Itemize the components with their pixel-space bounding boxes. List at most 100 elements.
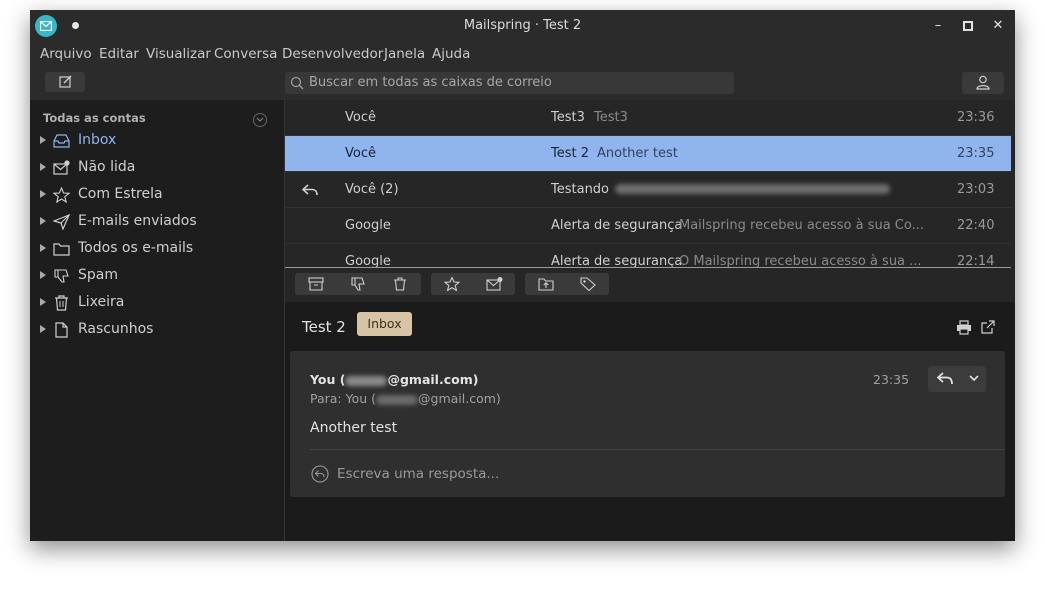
thread-row[interactable]: Você (2) Testando 23:03 bbox=[285, 172, 1011, 208]
star-icon bbox=[444, 277, 460, 291]
message-action-bar bbox=[285, 268, 1015, 302]
thumbs-down-icon bbox=[54, 269, 69, 283]
more-actions-button[interactable] bbox=[964, 366, 986, 392]
account-button[interactable] bbox=[962, 72, 1004, 94]
sidebar-item-spam[interactable]: Spam bbox=[30, 263, 284, 290]
tag-icon bbox=[580, 277, 596, 291]
trash-icon bbox=[394, 277, 406, 291]
menu-janela[interactable]: Janela bbox=[384, 46, 425, 62]
reply-icon bbox=[937, 372, 953, 385]
star-icon bbox=[53, 187, 70, 203]
expand-arrow-icon[interactable] bbox=[40, 136, 46, 144]
blurred-snippet bbox=[615, 184, 890, 194]
maximize-button[interactable] bbox=[959, 17, 977, 35]
thumbs-down-icon bbox=[351, 277, 365, 291]
thread-row[interactable]: Google Alerta de segurança Mailspring re… bbox=[285, 208, 1011, 244]
thread-subject: Test 2 bbox=[551, 146, 590, 161]
sidebar-item-all-mail[interactable]: Todos os e-mails bbox=[30, 236, 284, 263]
print-icon[interactable] bbox=[956, 320, 972, 335]
action-group-organize bbox=[525, 273, 609, 295]
sidebar-item-inbox[interactable]: Inbox bbox=[30, 128, 284, 155]
archive-button[interactable] bbox=[295, 273, 337, 295]
menu-visualizar[interactable]: Visualizar bbox=[146, 46, 211, 62]
action-group-flags bbox=[431, 273, 515, 295]
close-button[interactable]: ✕ bbox=[989, 17, 1007, 35]
to-prefix: Para: You ( bbox=[310, 391, 377, 406]
sidebar-item-label: E-mails enviados bbox=[78, 213, 197, 229]
to-email-suffix: @gmail.com) bbox=[418, 391, 501, 406]
reply-button[interactable] bbox=[928, 366, 964, 392]
expand-arrow-icon[interactable] bbox=[40, 217, 46, 225]
sidebar-item-label: Todos os e-mails bbox=[78, 240, 194, 256]
menu-arquivo[interactable]: Arquivo bbox=[40, 46, 92, 62]
reply-circle-icon bbox=[311, 465, 329, 483]
expand-arrow-icon[interactable] bbox=[40, 244, 46, 252]
inbox-label-tag[interactable]: Inbox bbox=[357, 312, 412, 336]
sidebar-item-drafts[interactable]: Rascunhos bbox=[30, 317, 284, 344]
thread-sender: Google bbox=[345, 218, 391, 233]
thread-sender: Você (2) bbox=[345, 182, 399, 197]
thread-time: 22:14 bbox=[957, 254, 995, 267]
popout-icon[interactable] bbox=[981, 320, 995, 334]
message-card: You (@gmail.com) Para: You (@gmail.com) … bbox=[290, 351, 1005, 497]
sidebar-item-unread[interactable]: Não lida bbox=[30, 155, 284, 182]
spam-button[interactable] bbox=[337, 273, 379, 295]
sidebar-item-label: Rascunhos bbox=[78, 321, 154, 337]
sidebar-item-label: Inbox bbox=[78, 132, 117, 148]
thread-subject: Test3 bbox=[551, 110, 585, 125]
chevron-down-icon bbox=[969, 375, 979, 382]
menu-bar: Arquivo Editar Visualizar Conversa Desen… bbox=[30, 42, 1015, 67]
unread-icon bbox=[53, 160, 70, 175]
thread-list: Você Test3 Test3 23:36 Você Test 2 Anoth… bbox=[285, 100, 1015, 267]
search-input[interactable]: Buscar em todas as caixas de correio bbox=[309, 75, 552, 90]
expand-arrow-icon[interactable] bbox=[40, 298, 46, 306]
mark-unread-button[interactable] bbox=[473, 273, 515, 295]
menu-ajuda[interactable]: Ajuda bbox=[432, 46, 470, 62]
move-to-folder-button[interactable] bbox=[525, 273, 567, 295]
sidebar-header: Todas as contas bbox=[43, 111, 146, 125]
collapse-accounts-button[interactable] bbox=[253, 113, 267, 127]
expand-arrow-icon[interactable] bbox=[40, 325, 46, 333]
thread-snippet: O Mailspring recebeu acesso à sua ... bbox=[679, 254, 922, 267]
maximize-icon bbox=[963, 21, 973, 31]
menu-desenvolvedor[interactable]: Desenvolvedor bbox=[282, 46, 383, 62]
thread-sender: Google bbox=[345, 254, 391, 267]
sent-icon bbox=[53, 214, 70, 230]
document-icon bbox=[55, 322, 68, 338]
thread-time: 22:40 bbox=[957, 218, 995, 233]
expand-arrow-icon[interactable] bbox=[40, 190, 46, 198]
message-to: Para: You ( @gmail.com) bbox=[310, 391, 501, 406]
thread-row[interactable]: Você Test3 Test3 23:36 bbox=[285, 100, 1011, 136]
message-subject: Test 2 bbox=[302, 318, 346, 336]
label-button[interactable] bbox=[567, 273, 609, 295]
menu-editar[interactable]: Editar bbox=[99, 46, 139, 62]
title-bar: Mailspring · Test 2 – ✕ bbox=[30, 10, 1015, 42]
minimize-button[interactable]: – bbox=[929, 17, 947, 35]
search-box[interactable]: Buscar em todas as caixas de correio bbox=[285, 72, 734, 94]
thread-row-selected[interactable]: Você Test 2 Another test 23:35 bbox=[285, 136, 1011, 172]
delete-button[interactable] bbox=[379, 273, 421, 295]
thread-snippet: Mailspring recebeu acesso à sua Co... bbox=[679, 218, 924, 233]
thread-snippet: Another test bbox=[597, 146, 678, 161]
sidebar-item-label: Não lida bbox=[78, 159, 136, 175]
from-name-prefix: You ( bbox=[310, 372, 346, 387]
chevron-down-icon bbox=[256, 117, 264, 122]
app-window: Mailspring · Test 2 – ✕ Arquivo Editar V… bbox=[30, 10, 1015, 541]
star-button[interactable] bbox=[431, 273, 473, 295]
compose-button[interactable] bbox=[45, 72, 85, 92]
folder-icon bbox=[53, 243, 70, 256]
thread-time: 23:36 bbox=[957, 110, 995, 125]
inbox-icon bbox=[53, 134, 70, 148]
unread-icon bbox=[486, 277, 503, 291]
sidebar-item-starred[interactable]: Com Estrela bbox=[30, 182, 284, 209]
sidebar-item-sent[interactable]: E-mails enviados bbox=[30, 209, 284, 236]
thread-row[interactable]: Google Alerta de segurança O Mailspring … bbox=[285, 244, 1011, 267]
expand-arrow-icon[interactable] bbox=[40, 163, 46, 171]
menu-conversa[interactable]: Conversa bbox=[214, 46, 277, 62]
action-group-primary bbox=[295, 273, 421, 295]
expand-arrow-icon[interactable] bbox=[40, 271, 46, 279]
message-from: You (@gmail.com) bbox=[310, 372, 478, 387]
reply-input[interactable]: Escreva uma resposta... bbox=[337, 466, 499, 482]
sidebar-item-trash[interactable]: Lixeira bbox=[30, 290, 284, 317]
blurred-email-user bbox=[376, 394, 419, 405]
